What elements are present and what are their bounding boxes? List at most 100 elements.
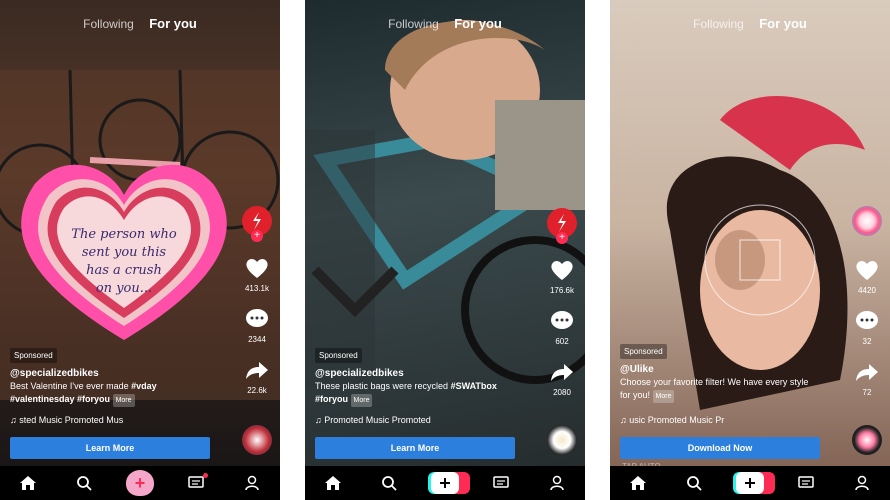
- search-icon: [382, 476, 397, 491]
- inbox-button[interactable]: [792, 471, 820, 495]
- caption-text: These plastic bags were recycled: [315, 381, 451, 391]
- hashtags[interactable]: #foryou: [315, 394, 348, 404]
- download-now-button[interactable]: Download Now: [620, 437, 820, 459]
- share-count: 22.6k: [247, 386, 267, 395]
- creator-handle[interactable]: @specializedbikes: [10, 367, 235, 380]
- person-with-filter-photo: [666, 96, 865, 410]
- heart-icon: [551, 261, 573, 280]
- create-button[interactable]: +: [126, 470, 154, 496]
- inbox-icon: [188, 476, 204, 488]
- follow-plus-icon[interactable]: +: [556, 232, 568, 244]
- profile-button[interactable]: [543, 471, 571, 495]
- heart-text-line-3: has a crush: [86, 263, 162, 278]
- video-screen-3[interactable]: Following For you 4420 32 72 Sponsored @…: [610, 0, 890, 500]
- inbox-icon: [493, 476, 509, 488]
- comment-button[interactable]: [241, 303, 273, 335]
- sponsored-label: Sponsored: [620, 344, 667, 359]
- profile-button[interactable]: [848, 471, 876, 495]
- music-disc-icon[interactable]: [242, 425, 272, 455]
- plus-icon: [428, 472, 470, 494]
- action-rail: + 413.1k 2344 22.6k: [240, 206, 274, 395]
- like-count: 413.1k: [244, 284, 270, 293]
- share-count: 72: [862, 388, 872, 397]
- share-button[interactable]: [851, 356, 883, 388]
- hashtag[interactable]: #SWATbox: [451, 381, 497, 391]
- discover-button[interactable]: [70, 471, 98, 495]
- music-disc-icon[interactable]: [852, 425, 882, 455]
- music-ticker[interactable]: ♫ Promoted Music Promoted: [315, 415, 431, 425]
- home-icon: [630, 476, 646, 490]
- discover-button[interactable]: [680, 471, 708, 495]
- hashtag[interactable]: #vday: [131, 381, 157, 391]
- caption-line-2: #foryou More: [315, 393, 540, 407]
- heart-sign-image: The person who sent you this has a crush…: [21, 164, 227, 340]
- like-button[interactable]: [546, 254, 578, 286]
- tab-for-you[interactable]: For you: [149, 16, 197, 31]
- music-ticker[interactable]: ♫ usic Promoted Music Pr: [620, 415, 724, 425]
- caption-line-1: Choose your favorite filter! We have eve…: [620, 377, 809, 387]
- inbox-button[interactable]: [487, 471, 515, 495]
- home-button[interactable]: [14, 471, 42, 495]
- video-caption: Sponsored @specializedbikes Best Valenti…: [10, 348, 235, 407]
- caption-text: for you!: [620, 390, 651, 400]
- creator-handle[interactable]: @specializedbikes: [315, 367, 540, 380]
- search-icon: [687, 476, 702, 491]
- profile-icon: [855, 475, 869, 491]
- share-button[interactable]: [241, 354, 273, 386]
- more-button[interactable]: More: [112, 394, 135, 407]
- tab-for-you[interactable]: For you: [759, 16, 807, 31]
- creator-avatar[interactable]: +: [547, 208, 577, 244]
- learn-more-button[interactable]: Learn More: [315, 437, 515, 459]
- learn-more-button[interactable]: Learn More: [10, 437, 210, 459]
- creator-avatar[interactable]: [852, 206, 882, 236]
- feed-tabs: Following For you: [305, 16, 585, 31]
- video-caption: Sponsored @specializedbikes These plasti…: [315, 348, 540, 407]
- create-button[interactable]: [733, 471, 775, 495]
- video-screen-1[interactable]: The person who sent you this has a crush…: [0, 0, 280, 500]
- heart-icon: [246, 259, 268, 278]
- more-button[interactable]: More: [652, 390, 675, 403]
- like-count: 176.6k: [549, 286, 575, 295]
- share-arrow-icon: [856, 364, 878, 381]
- plus-icon: [733, 472, 775, 494]
- comment-icon: [246, 309, 268, 327]
- home-icon: [325, 476, 341, 490]
- sponsored-label: Sponsored: [10, 348, 57, 363]
- tab-following[interactable]: Following: [83, 17, 134, 31]
- caption-line-2: for you! More: [620, 389, 845, 403]
- feed-tabs: Following For you: [0, 16, 280, 31]
- hashtags[interactable]: #valentinesday #foryou: [10, 394, 110, 404]
- share-button[interactable]: [546, 356, 578, 388]
- home-button[interactable]: [319, 471, 347, 495]
- comment-button[interactable]: [546, 305, 578, 337]
- more-button[interactable]: More: [350, 394, 373, 407]
- caption-line-2: #valentinesday #foryou More: [10, 393, 235, 407]
- discover-button[interactable]: [375, 471, 403, 495]
- create-button[interactable]: [428, 471, 470, 495]
- follow-plus-icon[interactable]: +: [251, 230, 263, 242]
- video-caption: Sponsored @Ulike Choose your favorite fi…: [620, 344, 845, 403]
- tab-for-you[interactable]: For you: [454, 16, 502, 31]
- profile-icon: [550, 475, 564, 491]
- music-disc-icon[interactable]: [547, 425, 577, 455]
- heart-text-line-4: on you...: [96, 281, 152, 296]
- inbox-button[interactable]: [182, 471, 210, 495]
- tab-following[interactable]: Following: [693, 17, 744, 31]
- tab-following[interactable]: Following: [388, 17, 439, 31]
- comment-button[interactable]: [851, 305, 883, 337]
- sponsored-label: Sponsored: [315, 348, 362, 363]
- home-button[interactable]: [624, 471, 652, 495]
- heart-text-line-1: The person who: [71, 227, 177, 242]
- creator-avatar[interactable]: +: [242, 206, 272, 242]
- like-button[interactable]: [241, 252, 273, 284]
- action-rail: + 176.6k 602 2080: [545, 208, 579, 397]
- like-button[interactable]: [851, 254, 883, 286]
- video-screen-2[interactable]: Following For you + 176.6k 602 2080 Spon…: [305, 0, 585, 500]
- music-ticker[interactable]: ♫ sted Music Promoted Mus: [10, 415, 123, 425]
- creator-handle[interactable]: @Ulike: [620, 363, 845, 376]
- profile-button[interactable]: [238, 471, 266, 495]
- plus-icon: +: [126, 470, 154, 496]
- action-rail: 4420 32 72: [850, 206, 884, 397]
- person-photo: [385, 20, 585, 210]
- heart-icon: [856, 261, 878, 280]
